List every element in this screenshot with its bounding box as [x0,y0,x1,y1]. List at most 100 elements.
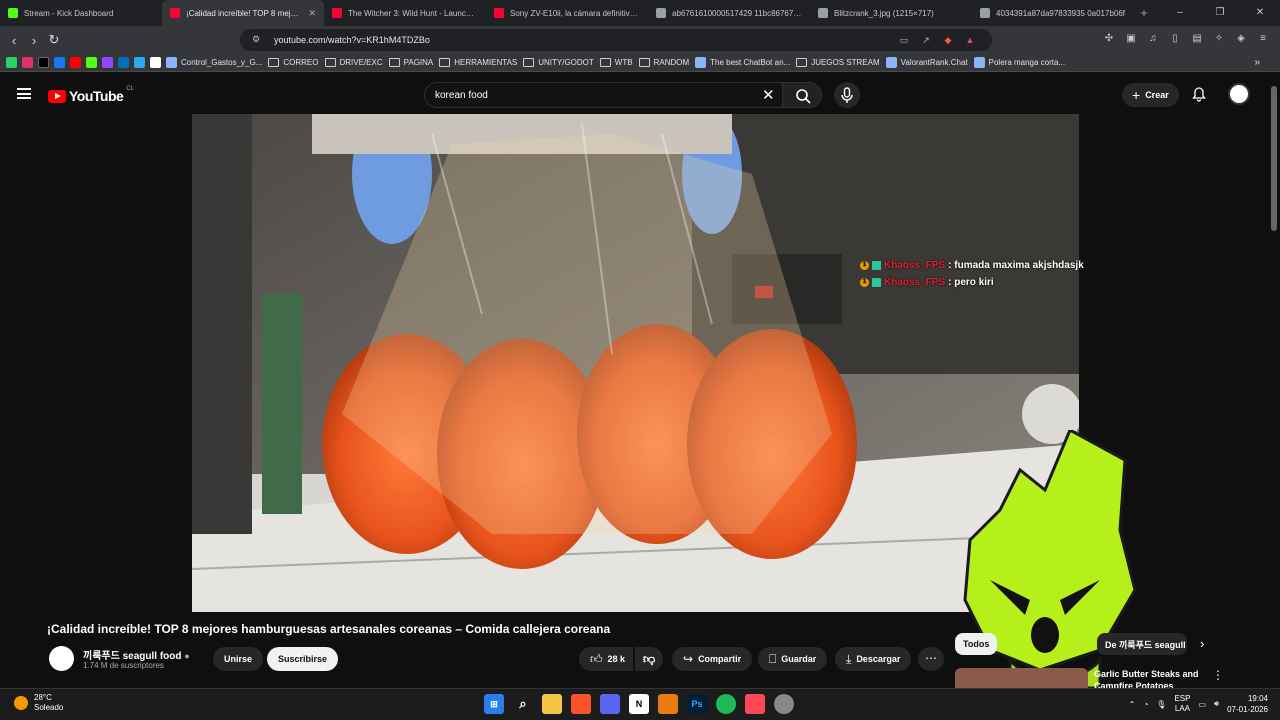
recommendation-menu-icon[interactable]: ⋮ [1212,668,1224,682]
wallet-icon[interactable]: ▤ [1190,32,1204,46]
cast-icon[interactable]: ▭ [898,34,910,46]
bookmark-item[interactable]: RANDOM [638,58,689,67]
page-scrollbar[interactable] [1271,86,1277,231]
search-button[interactable] [782,82,822,108]
browser-tab[interactable]: Stream - Kick Dashboard [0,0,162,26]
bookmark-item[interactable]: DRIVE/EXC [324,58,383,67]
bookmark-favicon-icon [973,57,985,68]
like-button[interactable]: 👍︎ 28 k [579,647,634,671]
close-tab-icon[interactable]: ✕ [308,8,316,19]
twitch-icon[interactable] [102,57,113,68]
save-button[interactable]: ⎕ Guardar [758,647,828,671]
screenshot-icon[interactable]: ▣ [1124,32,1138,46]
photoshop-icon[interactable]: Ps [687,694,707,714]
paypal-icon[interactable] [118,57,129,68]
network-tray-icon[interactable]: ◔ [1143,700,1148,709]
bookmark-item[interactable]: HERRAMIENTAS [439,58,517,67]
instagram-icon[interactable] [22,57,33,68]
language-indicator[interactable]: ESP LAA [1174,694,1190,714]
vpn-icon[interactable]: ◈ [1234,32,1248,46]
sidebar-icon[interactable]: ▯ [1168,32,1182,46]
minimize-icon[interactable]: – [1160,0,1200,26]
media-icon[interactable]: ♫ [1146,32,1160,46]
search-input[interactable]: korean food [424,82,784,108]
video-player[interactable] [192,114,1079,612]
kick-icon[interactable] [86,57,97,68]
share-button[interactable]: ↪ Compartir [672,647,753,671]
more-bookmarks-icon[interactable]: » [1254,57,1260,68]
extensions-icon[interactable]: ✣ [1102,32,1116,46]
mic-tray-icon[interactable]: 🎙︎ [1156,700,1166,709]
tray-chevron-icon[interactable]: ⌃ [1129,700,1136,709]
chip-from-channel[interactable]: De 끼룩푸드 seagull food [1097,633,1187,655]
discord-icon[interactable] [600,694,620,714]
youtube-logo[interactable]: YouTube CL [48,86,134,104]
dislike-button[interactable]: 👎︎ [635,647,664,671]
bookmark-item[interactable]: CORREO [268,58,319,67]
telegram-icon[interactable] [134,57,145,68]
taskbar-search-icon[interactable]: ⌕ [513,694,533,714]
channel-avatar[interactable] [49,646,74,671]
bookmark-item[interactable]: ValorantRank.Chat [885,57,968,68]
bookmark-item[interactable]: UNITY/GODOT [523,58,594,67]
chip-all[interactable]: Todos [955,633,998,655]
browser-tab[interactable]: ¡Calidad increíble! TOP 8 mejores ✕ [162,0,324,26]
back-icon[interactable]: ‹ [4,33,24,48]
bookmark-item[interactable]: PAGINA [388,58,433,67]
url-field[interactable]: ⚙ youtube.com/watch?v=KR1hM4TDZBo ▭ ↗ ◆ … [240,29,992,51]
clear-search-icon[interactable]: ✕ [762,86,775,104]
bookmark-item[interactable]: JUEGOS STREAM [796,58,880,67]
share-icon[interactable]: ↗ [920,34,932,46]
bookmark-item[interactable]: Control_Gastos_y_G... [166,57,262,68]
bookmark-item[interactable]: WTB [599,58,633,67]
forward-icon[interactable]: › [24,33,44,48]
join-button[interactable]: Unirse [213,647,264,671]
menu-icon[interactable]: ≡ [1256,32,1270,46]
notion-icon[interactable]: N [629,694,649,714]
file-explorer-icon[interactable] [542,694,562,714]
brave-shield-icon[interactable]: ◆ [942,34,954,46]
create-button[interactable]: + Crear [1122,83,1179,107]
browser-tab[interactable]: Blitzcrank_3.jpg (1215×717) [810,0,972,26]
spotify-icon[interactable] [716,694,736,714]
close-window-icon[interactable]: ✕ [1240,0,1280,26]
volume-icon[interactable]: 🔊︎ [1214,699,1219,709]
account-avatar[interactable] [1228,83,1250,105]
windows-start-icon[interactable]: ⊞ [484,694,504,714]
voice-search-button[interactable] [834,82,860,108]
reload-icon[interactable]: ↻ [44,32,64,48]
browser-tab[interactable]: ab6761610000517429 11bc86767e23 [648,0,810,26]
channel-name[interactable]: 끼룩푸드 seagull food ● [83,647,190,662]
obs-icon[interactable] [774,694,794,714]
bookmark-item[interactable]: Polera manga corta... [973,57,1065,68]
more-actions-icon[interactable]: ⋯ [918,647,944,671]
chips-next-icon[interactable]: › [1200,636,1204,651]
tab-favicon-icon [332,8,342,18]
gmail-icon[interactable] [150,57,161,68]
subscribe-button[interactable]: Suscribirse [267,647,339,671]
bookmark-item[interactable]: The best ChatBot an... [695,57,790,68]
site-info-icon[interactable]: ⚙ [252,34,260,45]
youtube-bm-icon[interactable] [70,57,81,68]
new-tab-button[interactable]: + [1134,6,1154,20]
tab-title: Blitzcrank_3.jpg (1215×717) [834,8,934,18]
brave-browser-icon[interactable] [571,694,591,714]
whatsapp-icon[interactable] [6,57,17,68]
leo-icon[interactable]: ✧ [1212,32,1226,46]
hamburger-menu-icon[interactable] [17,88,31,99]
browser-tab[interactable]: The Witcher 3: Wild Hunt - Launch C [324,0,486,26]
notifications-bell-icon[interactable] [1191,86,1207,105]
wifi-icon[interactable]: ▭ [1198,700,1206,709]
messenger-icon[interactable] [54,57,65,68]
valorant-icon[interactable] [745,694,765,714]
maximize-icon[interactable]: ❐ [1200,0,1240,26]
clock[interactable]: 19:04 07-01-2026 [1227,693,1268,715]
download-button[interactable]: ⤓ Descargar [835,647,912,671]
browser-tab[interactable]: Sony ZV-E10ii, la cámara definitiva p [486,0,648,26]
x-icon[interactable] [38,57,49,68]
brave-rewards-icon[interactable]: ▲ [964,34,976,46]
weather-widget[interactable]: 28°C Soleado [14,693,63,713]
browser-tab[interactable]: 4034391a87da97833935 0a017b06f [972,0,1134,26]
tab-title: The Witcher 3: Wild Hunt - Launch C [348,8,478,18]
blender-icon[interactable] [658,694,678,714]
